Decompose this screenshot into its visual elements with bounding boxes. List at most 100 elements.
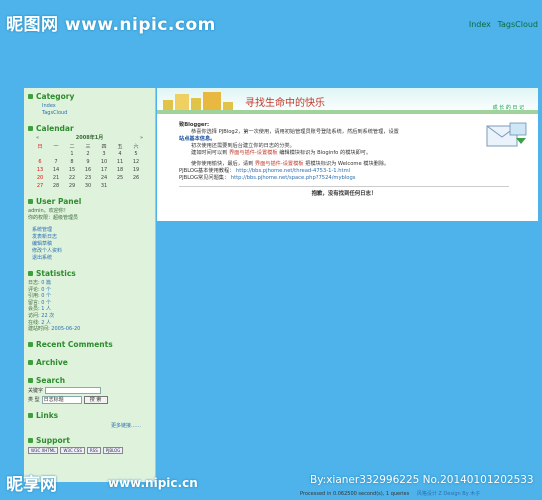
user-welcome: admin，欢迎你！ (28, 208, 69, 214)
calendar-day[interactable]: 28 (48, 182, 64, 190)
nav-index-link[interactable]: Index (469, 20, 491, 29)
calendar-day[interactable]: 29 (64, 182, 80, 190)
user-link-logout[interactable]: 退出系统 (32, 255, 151, 262)
calendar-title: Calendar (36, 124, 74, 133)
calendar-table: 日 一 二 三 四 五 六 1 2 3 4 5 6 7 8 9 10 11 12 13 14 15 16 17 1… (32, 142, 144, 190)
tutorial-link[interactable]: http://bbs.pjhome.net/thread-4753-1-1.ht… (236, 168, 350, 174)
divider (179, 186, 509, 187)
archive-panel: Archive (24, 354, 155, 372)
archive-title: Archive (36, 357, 68, 367)
calendar-prev-icon[interactable]: « (36, 135, 39, 142)
links-panel: Links 更多链接…… (24, 407, 155, 432)
bullet-icon (28, 437, 33, 443)
calendar-day[interactable]: 22 (64, 174, 80, 182)
calendar-day[interactable]: 3 (96, 150, 112, 158)
calendar-day[interactable]: 4 (112, 150, 128, 158)
calendar-day[interactable]: 15 (64, 166, 80, 174)
weekday: 五 (117, 143, 123, 150)
badge-rss[interactable]: RSS (86, 446, 101, 454)
bullet-icon (28, 94, 33, 99)
calendar-day[interactable]: 12 (128, 158, 144, 166)
banner-title: 寻找生命中的快乐 (245, 98, 325, 109)
links-title: Links (36, 410, 59, 420)
type-label: 类 型 (28, 397, 40, 404)
calendar-day[interactable]: 16 (80, 166, 96, 174)
calendar-day[interactable]: 19 (128, 166, 144, 174)
calendar-day[interactable]: 9 (80, 158, 96, 166)
footer-processed: Processed in 0.062500 second(s), 1 queri… (300, 491, 410, 497)
calendar-week-row: 12345 (32, 150, 144, 158)
more-links[interactable]: 更多链接…… (28, 422, 151, 429)
user-link-new-post[interactable]: 发表新日志 (32, 234, 151, 241)
stat-label: 在线: (28, 319, 40, 326)
stat-value: 1 人 (41, 306, 52, 313)
calendar-day[interactable]: 7 (48, 158, 64, 166)
nav-tagscloud-link[interactable]: TagsCloud (497, 20, 538, 29)
bullet-icon (28, 359, 33, 365)
calendar-day[interactable]: 6 (32, 158, 48, 166)
template-settings-link-2[interactable]: 界面与插件-设置模板 (255, 161, 304, 167)
calendar-day[interactable]: 26 (128, 174, 144, 182)
site-info-link[interactable]: 站点基本信息。 (179, 136, 509, 143)
stat-label: 访问: (28, 312, 40, 319)
search-button[interactable]: 搜 索 (83, 395, 108, 404)
search-panel: Search 关键字 类 型 日志标题 搜 索 (24, 372, 155, 407)
no-posts-message: 抱歉，没有找到任何日志！ (311, 191, 377, 197)
para3-suffix: 编辑模块标识为 Bloginfo 的模块即可。 (279, 150, 372, 156)
calendar-day[interactable]: 30 (80, 182, 96, 190)
template-settings-link[interactable]: 界面与插件-设置模板 (229, 150, 278, 156)
calendar-day[interactable]: 23 (80, 174, 96, 182)
calendar-day[interactable]: 18 (112, 166, 128, 174)
stat-line: 会员: 1 人 (28, 306, 151, 313)
category-title: Category (36, 92, 75, 101)
weekday: 一 (53, 143, 59, 150)
calendar-day[interactable]: 31 (96, 182, 112, 190)
user-link-admin[interactable]: 系统管理 (32, 227, 151, 234)
badge-pjblog[interactable]: PJBLOG (102, 446, 124, 454)
search-type-select[interactable]: 日志标题 (41, 395, 82, 404)
welcome-paragraph-1: 恭喜你选择 PJBlog2，第一次使用，请用初始管理员账号登陆系统，然后到系统管… (191, 129, 399, 135)
search-input[interactable] (45, 386, 102, 394)
calendar-day[interactable]: 5 (128, 150, 144, 158)
calendar-week-row: 6 7 8 9 10 11 12 (32, 158, 144, 166)
footer-theme[interactable]: 风格设计 Z Design By 木子 (417, 491, 480, 497)
calendar-week-row: 20 21 22 23 24 25 26 (32, 174, 144, 182)
calendar-day[interactable]: 21 (48, 174, 64, 182)
category-item-tagscloud[interactable]: TagsCloud (42, 110, 151, 117)
stat-value: 0 个 (41, 286, 52, 293)
calendar-day[interactable]: 13 (32, 166, 48, 174)
user-panel: User Panel admin，欢迎你！ 你的权限：超级管理员 系统管理 发表… (24, 193, 155, 265)
calendar-day[interactable]: 2 (80, 150, 96, 158)
support-panel: Support W3C XHTML W3C CSS RSS PJBLOG (24, 432, 155, 457)
statistics-panel: Statistics 日志: 0 篇评论: 0 个引用: 0 个留言: 0 个会… (24, 265, 155, 336)
user-link-drafts[interactable]: 编辑草稿 (32, 241, 151, 248)
calendar-day[interactable]: 25 (112, 174, 128, 182)
calendar-day[interactable]: 24 (96, 174, 112, 182)
stat-value: 2 人 (41, 319, 52, 326)
calendar-day[interactable]: 8 (64, 158, 80, 166)
badge-css[interactable]: W3C CSS (60, 446, 85, 454)
calendar-day[interactable]: 20 (32, 174, 48, 182)
calendar-day[interactable]: 1 (64, 150, 80, 158)
category-item-index[interactable]: Index (42, 103, 151, 110)
calendar-day[interactable]: 27 (32, 182, 48, 190)
calendar-day[interactable]: 10 (96, 158, 112, 166)
calendar-day[interactable]: 14 (48, 166, 64, 174)
faq-label: PJBLOG常见问题集： (179, 175, 230, 181)
stat-value: 22 次 (41, 312, 55, 319)
stat-line: 引用: 0 个 (28, 293, 151, 300)
calendar-day[interactable]: 11 (112, 158, 128, 166)
calendar-day (112, 182, 128, 190)
stat-value: 0 篇 (41, 280, 52, 286)
para4-suffix: 把模块标识为 Welcome 模块删除。 (305, 161, 390, 167)
user-link-profile[interactable]: 修改个人资料 (32, 248, 151, 255)
calendar-day[interactable]: 17 (96, 166, 112, 174)
bullet-icon (28, 126, 33, 131)
badge-xhtml[interactable]: W3C XHTML (28, 446, 59, 454)
para4-prefix: 使你使用愉快，最后，请到 (191, 161, 254, 167)
faq-link[interactable]: http://bbs.pjhome.net/space.php?7524/myb… (231, 175, 356, 181)
stat-label: 留言: (28, 299, 40, 306)
recent-comments-title: Recent Comments (36, 339, 113, 349)
user-panel-title: User Panel (36, 197, 82, 206)
calendar-next-icon[interactable]: » (140, 135, 143, 142)
